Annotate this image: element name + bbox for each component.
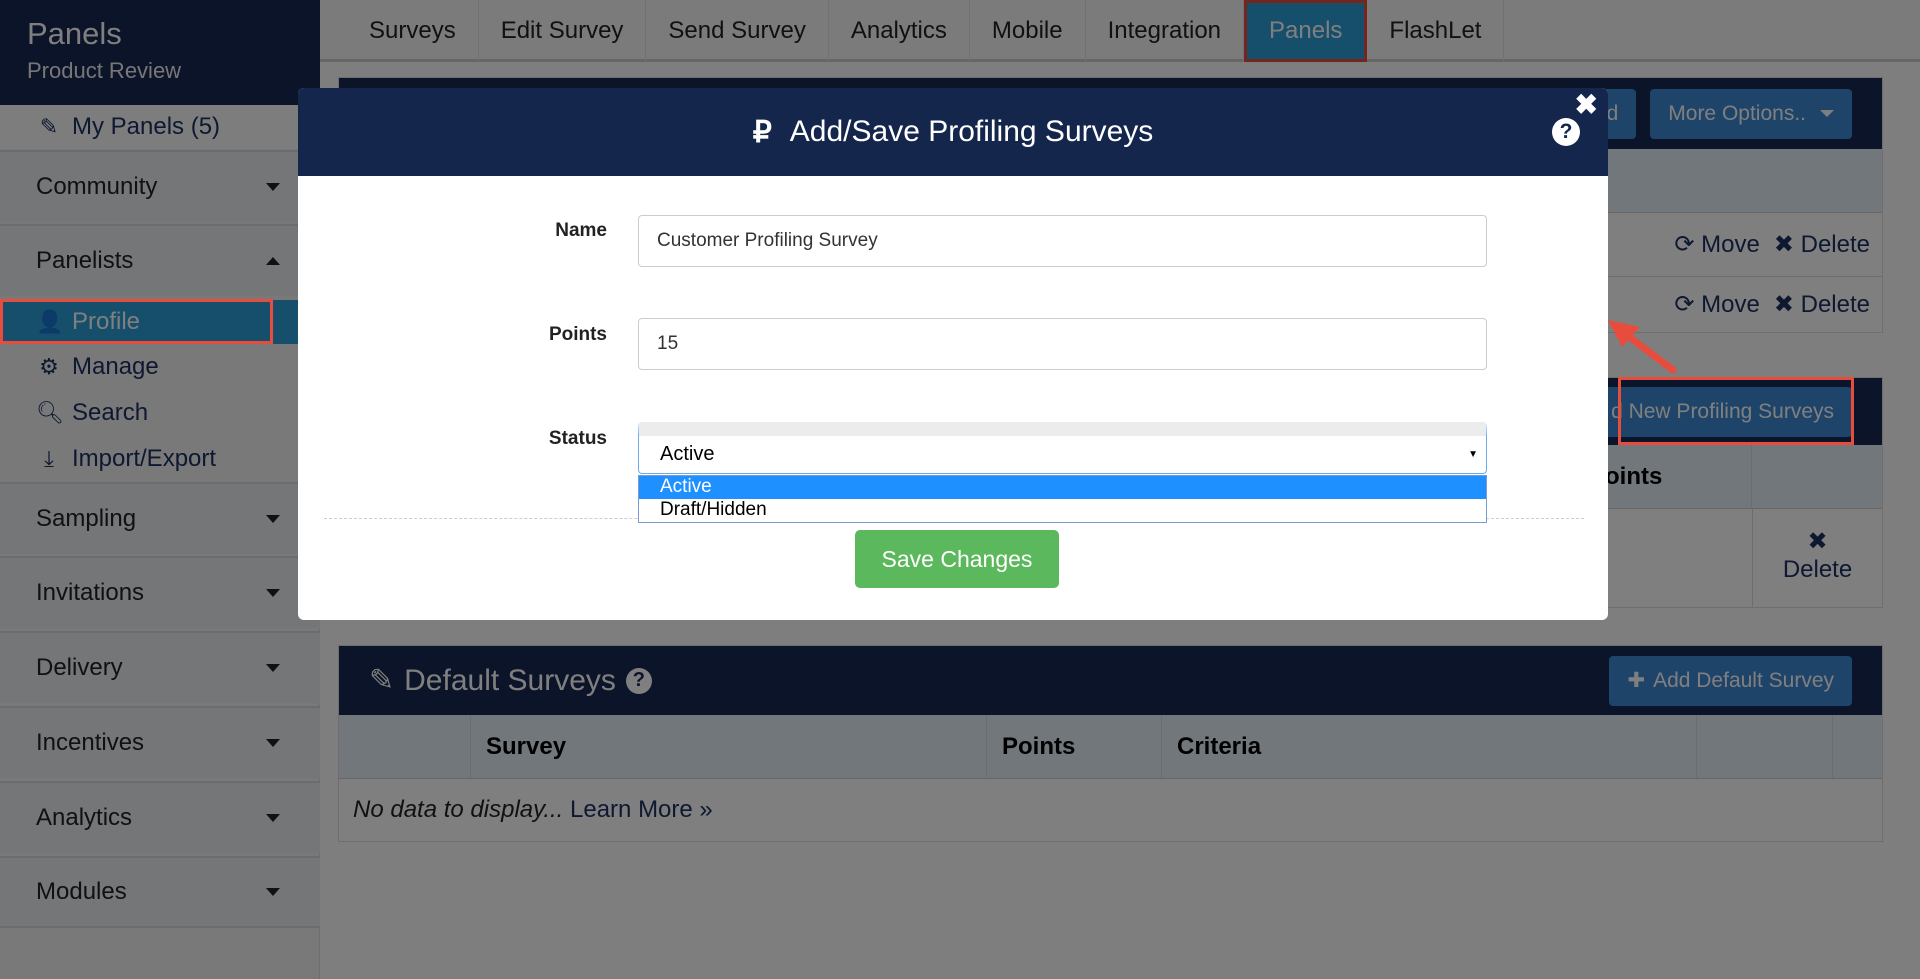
- modal-title: Add/Save Profiling Surveys: [789, 115, 1154, 148]
- selected-value: Active: [660, 443, 715, 465]
- status-select[interactable]: Active ▼: [638, 422, 1487, 474]
- annotation-box: [0, 299, 273, 344]
- status-options-list: Active Draft/Hidden: [638, 475, 1487, 523]
- save-changes-button[interactable]: Save Changes: [855, 530, 1059, 588]
- status-label: Status: [548, 428, 607, 449]
- dropdown-arrow-icon: ▼: [1468, 449, 1478, 460]
- ruble-icon: ₽: [752, 115, 772, 149]
- annotation-box: [1618, 377, 1854, 445]
- annotation-arrow-icon: [1608, 320, 1677, 374]
- help-icon[interactable]: ?: [1552, 118, 1580, 146]
- points-input[interactable]: 15: [638, 318, 1487, 370]
- modal-header: ₽ Add/Save Profiling Surveys ✖ ?: [298, 88, 1608, 176]
- name-input[interactable]: Customer Profiling Survey: [638, 215, 1487, 267]
- add-save-profiling-surveys-modal: ₽ Add/Save Profiling Surveys ✖ ? Name Cus…: [298, 88, 1608, 620]
- option-active[interactable]: Active: [639, 476, 1486, 499]
- points-label: Points: [548, 324, 607, 345]
- close-icon[interactable]: ✖: [1575, 88, 1598, 121]
- option-draft-hidden[interactable]: Draft/Hidden: [639, 499, 1486, 522]
- name-label: Name: [555, 220, 607, 241]
